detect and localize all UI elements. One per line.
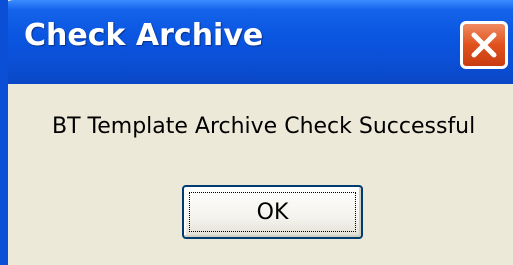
title-bar[interactable]: Check Archive (8, 0, 513, 84)
dialog-window: Check Archive BT Template Archive Check … (0, 0, 513, 265)
window-title: Check Archive (24, 18, 264, 53)
ok-button[interactable]: OK (182, 185, 363, 239)
close-button[interactable] (460, 21, 508, 69)
ok-button-label: OK (256, 199, 289, 225)
close-icon (471, 32, 497, 58)
dialog-message: BT Template Archive Check Successful (52, 114, 476, 139)
